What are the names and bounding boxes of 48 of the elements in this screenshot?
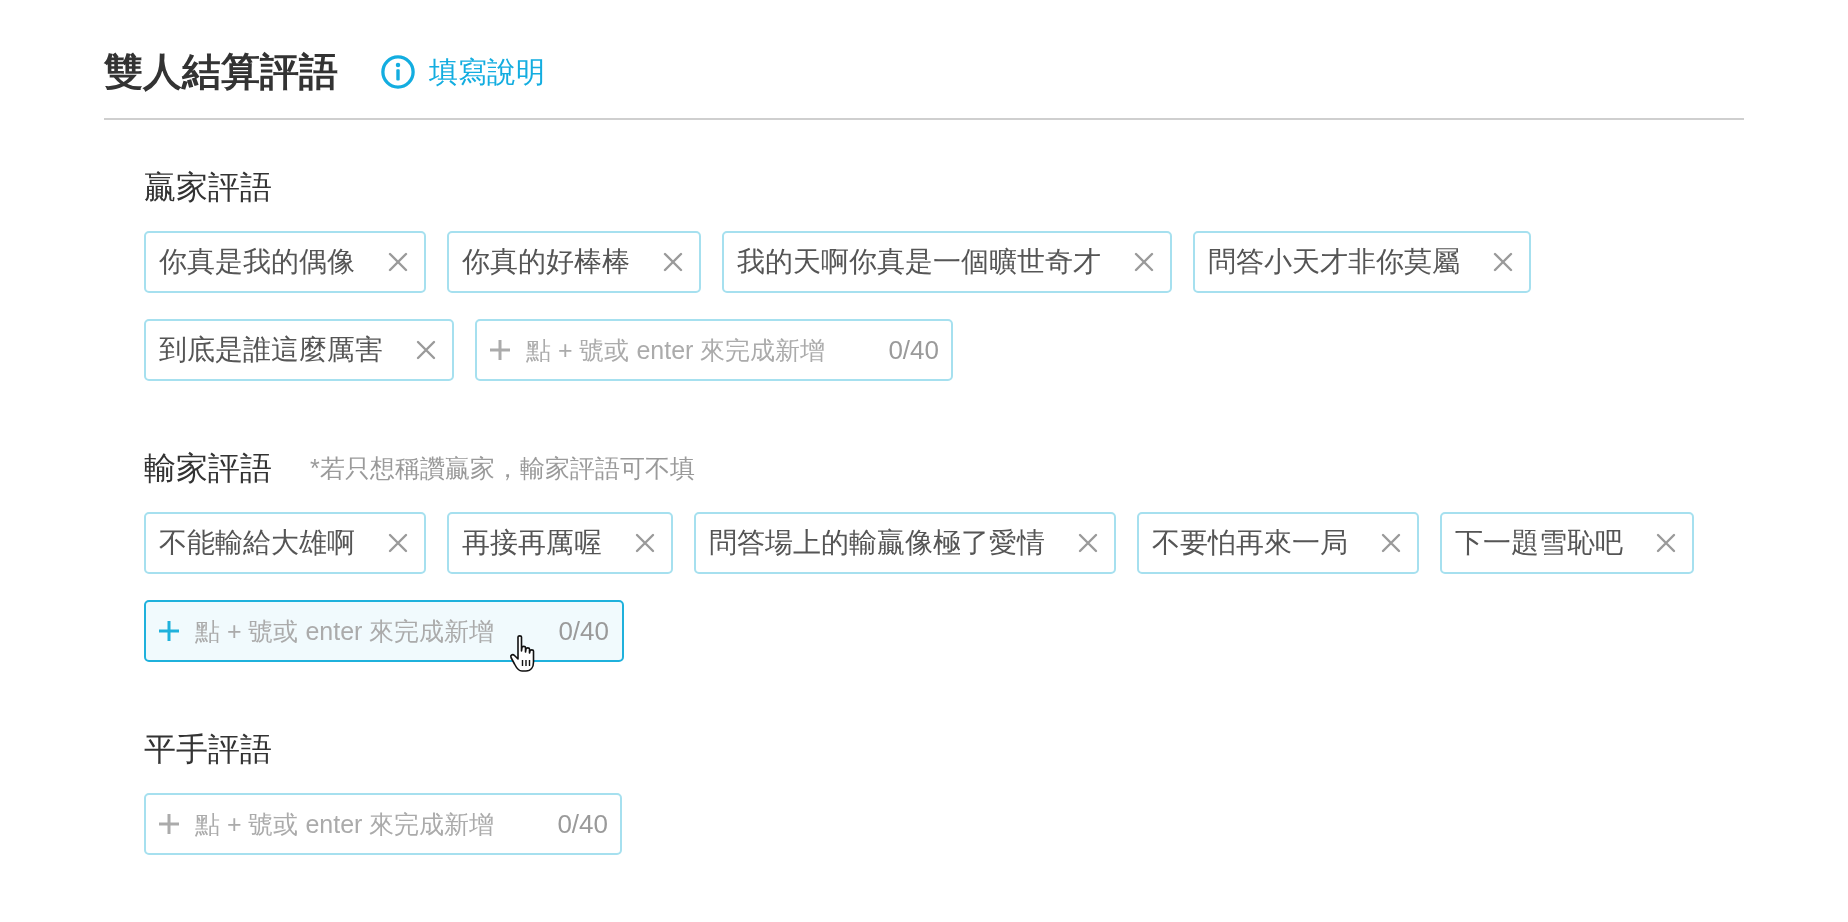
- remove-tag-button[interactable]: [1133, 251, 1155, 273]
- section-label: 平手評語: [144, 731, 272, 767]
- plus-icon[interactable]: [489, 339, 511, 361]
- tag-label: 你真是我的偶像: [159, 245, 355, 279]
- close-icon: [635, 533, 655, 553]
- remove-tag-button[interactable]: [634, 532, 656, 554]
- remove-tag-button[interactable]: [662, 251, 684, 273]
- help-link[interactable]: 填寫說明: [381, 54, 545, 90]
- close-icon: [388, 533, 408, 553]
- page-title: 雙人結算評語: [104, 49, 338, 95]
- tag-label: 再接再厲喔: [462, 526, 602, 560]
- close-icon: [1134, 252, 1154, 272]
- remove-tag-button[interactable]: [1492, 251, 1514, 273]
- close-icon: [663, 252, 683, 272]
- text-input[interactable]: 點 + 號或 enter 來完成新增: [195, 615, 553, 647]
- tag-label: 問答場上的輸贏像極了愛情: [709, 526, 1045, 560]
- plus-icon[interactable]: [158, 813, 180, 835]
- info-icon: [381, 55, 415, 89]
- text-input[interactable]: 點 + 號或 enter 來完成新增: [526, 334, 883, 366]
- close-icon: [416, 340, 436, 360]
- remove-tag-button[interactable]: [1380, 532, 1402, 554]
- tag-label: 不要怕再來一局: [1152, 526, 1348, 560]
- remove-tag-button[interactable]: [1077, 532, 1099, 554]
- section-note: *若只想稱讚贏家，輸家評語可不填: [310, 453, 695, 483]
- section-label: 贏家評語: [144, 169, 272, 205]
- plus-icon[interactable]: [158, 620, 180, 642]
- tag-label: 到底是誰這麼厲害: [159, 333, 383, 367]
- text-input[interactable]: 點 + 號或 enter 來完成新增: [195, 808, 552, 840]
- tag-label: 下一題雪恥吧: [1455, 526, 1623, 560]
- remove-tag-button[interactable]: [1655, 532, 1677, 554]
- tag-label: 你真的好棒棒: [462, 245, 630, 279]
- close-icon: [388, 252, 408, 272]
- section-label: 輸家評語: [144, 450, 272, 486]
- close-icon: [1656, 533, 1676, 553]
- remove-tag-button[interactable]: [387, 251, 409, 273]
- character-counter: 0/40: [888, 334, 939, 366]
- tag-label: 不能輸給大雄啊: [159, 526, 355, 560]
- close-icon: [1381, 533, 1401, 553]
- close-icon: [1078, 533, 1098, 553]
- tag-label: 問答小天才非你莫屬: [1208, 245, 1460, 279]
- tag-input-field[interactable]: 點 + 號或 enter 來完成新增 0/40: [475, 319, 953, 381]
- remove-tag-button[interactable]: [415, 339, 437, 361]
- remove-tag-button[interactable]: [387, 532, 409, 554]
- tag-input-field[interactable]: 點 + 號或 enter 來完成新增 0/40: [144, 793, 622, 855]
- tag-label: 我的天啊你真是一個曠世奇才: [737, 245, 1101, 279]
- character-counter: 0/40: [558, 615, 609, 647]
- close-icon: [1493, 252, 1513, 272]
- character-counter: 0/40: [557, 808, 608, 840]
